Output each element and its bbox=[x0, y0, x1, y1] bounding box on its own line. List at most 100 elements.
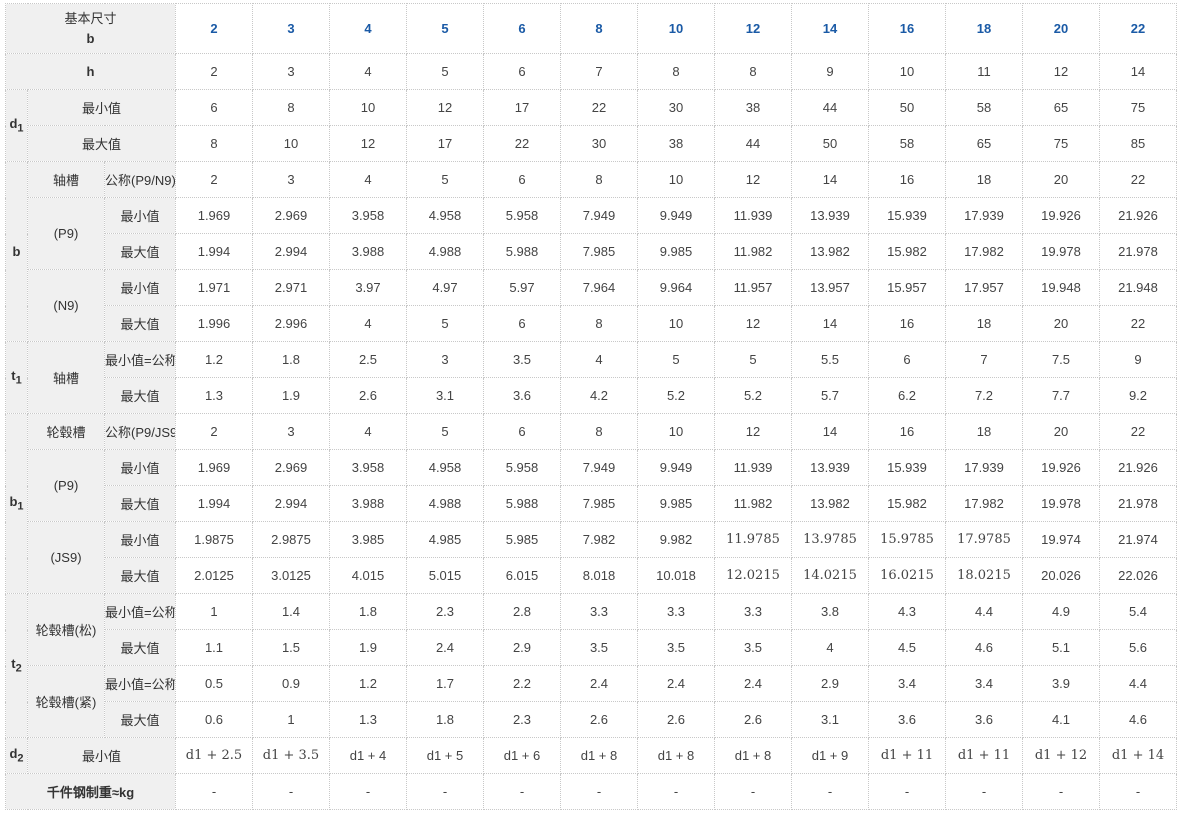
table-cell: 4.6 bbox=[945, 629, 1023, 666]
table-cell: 12 bbox=[714, 161, 792, 198]
table-cell: 1.8 bbox=[406, 701, 484, 738]
table-cell: 11.939 bbox=[714, 197, 792, 234]
table-cell: 0.5 bbox=[175, 665, 253, 702]
table-cell: 15.9785 bbox=[868, 521, 946, 558]
table-cell: 13.982 bbox=[791, 485, 869, 522]
table-cell: 9.985 bbox=[637, 485, 715, 522]
table-cell: 4.1 bbox=[1022, 701, 1100, 738]
table-cell: 14 bbox=[791, 161, 869, 198]
table-cell: 19.926 bbox=[1022, 197, 1100, 234]
table-cell: 2.5 bbox=[329, 341, 407, 378]
b-shaft-groove-label: 轴槽 bbox=[27, 161, 105, 198]
table-cell: 30 bbox=[637, 89, 715, 126]
t1-max-row: 最大值 1.3 1.9 2.6 3.1 3.6 4.2 5.2 5.2 5.7 6.2 7.2 7.7… bbox=[6, 377, 1177, 414]
table-cell: 1.9875 bbox=[175, 521, 253, 558]
table-cell: 17.982 bbox=[945, 485, 1023, 522]
table-cell: 21.926 bbox=[1099, 449, 1177, 486]
table-cell: 2.3 bbox=[483, 701, 561, 738]
table-cell: 38 bbox=[637, 125, 715, 162]
table-cell: 9 bbox=[791, 53, 869, 90]
table-cell: 3.988 bbox=[329, 485, 407, 522]
size-column-header: 14 bbox=[791, 3, 869, 54]
table-cell: 2.6 bbox=[714, 701, 792, 738]
table-cell: 3.3 bbox=[714, 593, 792, 630]
table-cell: 75 bbox=[1022, 125, 1100, 162]
table-cell: 3.6 bbox=[868, 701, 946, 738]
t2-tight-min-row: 轮毂槽(紧) 最小值=公称 0.5 0.9 1.2 1.7 2.2 2.4 2.4 2.4 2.… bbox=[6, 665, 1177, 738]
table-cell: 2.969 bbox=[252, 197, 330, 234]
table-cell: 12 bbox=[1022, 53, 1100, 90]
table-cell: d1 + 2.5 bbox=[175, 737, 253, 774]
t1-shaft-groove-label: 轴槽 bbox=[27, 341, 105, 414]
table-cell: 30 bbox=[560, 125, 638, 162]
table-cell: 4.5 bbox=[868, 629, 946, 666]
b1-js9-min-row: (JS9) 最小值 1.9875 2.9875 3.985 4.985 5.985 7.9… bbox=[6, 521, 1177, 594]
table-cell: 17.939 bbox=[945, 449, 1023, 486]
table-cell: - bbox=[560, 773, 638, 810]
size-column-header: 10 bbox=[637, 3, 715, 54]
table-cell: 58 bbox=[868, 125, 946, 162]
table-cell: 3.97 bbox=[329, 269, 407, 306]
table-cell: 8 bbox=[560, 413, 638, 450]
table-cell: 1.996 bbox=[175, 305, 253, 342]
table-cell: 8 bbox=[637, 53, 715, 90]
table-cell: 2 bbox=[175, 161, 253, 198]
table-cell: 4.988 bbox=[406, 485, 484, 522]
b-n9-label: (N9) bbox=[27, 269, 105, 342]
table-cell: 6 bbox=[483, 413, 561, 450]
table-cell: 12 bbox=[714, 305, 792, 342]
table-cell: 3.988 bbox=[329, 233, 407, 270]
table-cell: 12 bbox=[714, 413, 792, 450]
table-cell: 18.0215 bbox=[945, 557, 1023, 594]
table-cell: d1 + 4 bbox=[329, 737, 407, 774]
table-cell: 14 bbox=[1099, 53, 1177, 90]
table-cell: 10 bbox=[868, 53, 946, 90]
table-cell: 2.3 bbox=[406, 593, 484, 630]
table-cell: 19.926 bbox=[1022, 449, 1100, 486]
table-cell: 3.8 bbox=[791, 593, 869, 630]
table-cell: - bbox=[1022, 773, 1100, 810]
size-column-header: 20 bbox=[1022, 3, 1100, 54]
table-cell: 6 bbox=[868, 341, 946, 378]
table-cell: 22 bbox=[1099, 161, 1177, 198]
d1-min-label: 最小值 bbox=[27, 89, 176, 126]
size-header-symbol: b bbox=[86, 30, 95, 46]
table-cell: - bbox=[329, 773, 407, 810]
b-n9-max-row: 最大值 1.996 2.996 4 5 6 8 10 12 14 16 18 20 22 bbox=[6, 305, 1177, 342]
table-cell: 3.985 bbox=[329, 521, 407, 558]
t2-hub-tight-label: 轮毂槽(紧) bbox=[27, 665, 105, 738]
b1-hub-nominal-row: b1 轮毂槽 公称(P9/JS9) 2 3 4 5 6 8 10 12 14 16 18 20 22 bbox=[5, 413, 1177, 594]
table-cell: d1 + 6 bbox=[483, 737, 561, 774]
t2-tight-max-label: 最大值 bbox=[104, 701, 176, 738]
table-cell: 6 bbox=[483, 53, 561, 90]
header-row: 基本尺寸 b 2 3 4 5 6 8 10 12 14 16 18 20 22 bbox=[5, 3, 1177, 54]
size-column-header: 16 bbox=[868, 3, 946, 54]
table-cell: 10 bbox=[637, 161, 715, 198]
table-cell: 2.996 bbox=[252, 305, 330, 342]
table-cell: 3.5 bbox=[560, 629, 638, 666]
table-cell: 21.948 bbox=[1099, 269, 1177, 306]
table-cell: 2.9875 bbox=[252, 521, 330, 558]
table-cell: 1.3 bbox=[329, 701, 407, 738]
table-cell: 7 bbox=[945, 341, 1023, 378]
table-cell: 18 bbox=[945, 413, 1023, 450]
table-cell: 21.978 bbox=[1099, 485, 1177, 522]
table-cell: 2.8 bbox=[483, 593, 561, 630]
table-cell: 8 bbox=[252, 89, 330, 126]
table-cell: 2.9 bbox=[483, 629, 561, 666]
size-header-title: 基本尺寸 bbox=[64, 10, 117, 26]
table-cell: 75 bbox=[1099, 89, 1177, 126]
table-cell: 7 bbox=[560, 53, 638, 90]
table-cell: 5.6 bbox=[1099, 629, 1177, 666]
t2-loose-max-row: 最大值 1.1 1.5 1.9 2.4 2.9 3.5 3.5 3.5 4 4.5 4.6 5.1 5.… bbox=[6, 629, 1177, 666]
d1-min-row: d1 最小值 6 8 10 12 17 22 30 38 44 50 58 65 75 bbox=[5, 89, 1177, 162]
table-cell: 10 bbox=[252, 125, 330, 162]
table-cell: 3.4 bbox=[945, 665, 1023, 702]
table-cell: 9.985 bbox=[637, 233, 715, 270]
b1-js9-max-label: 最大值 bbox=[104, 557, 176, 594]
b1-hub-groove-label: 轮毂槽 bbox=[27, 413, 105, 450]
table-cell: 14 bbox=[791, 305, 869, 342]
table-cell: 65 bbox=[1022, 89, 1100, 126]
h-row: h 2 3 4 5 6 7 8 8 9 10 11 12 14 bbox=[5, 53, 1177, 90]
table-cell: 85 bbox=[1099, 125, 1177, 162]
